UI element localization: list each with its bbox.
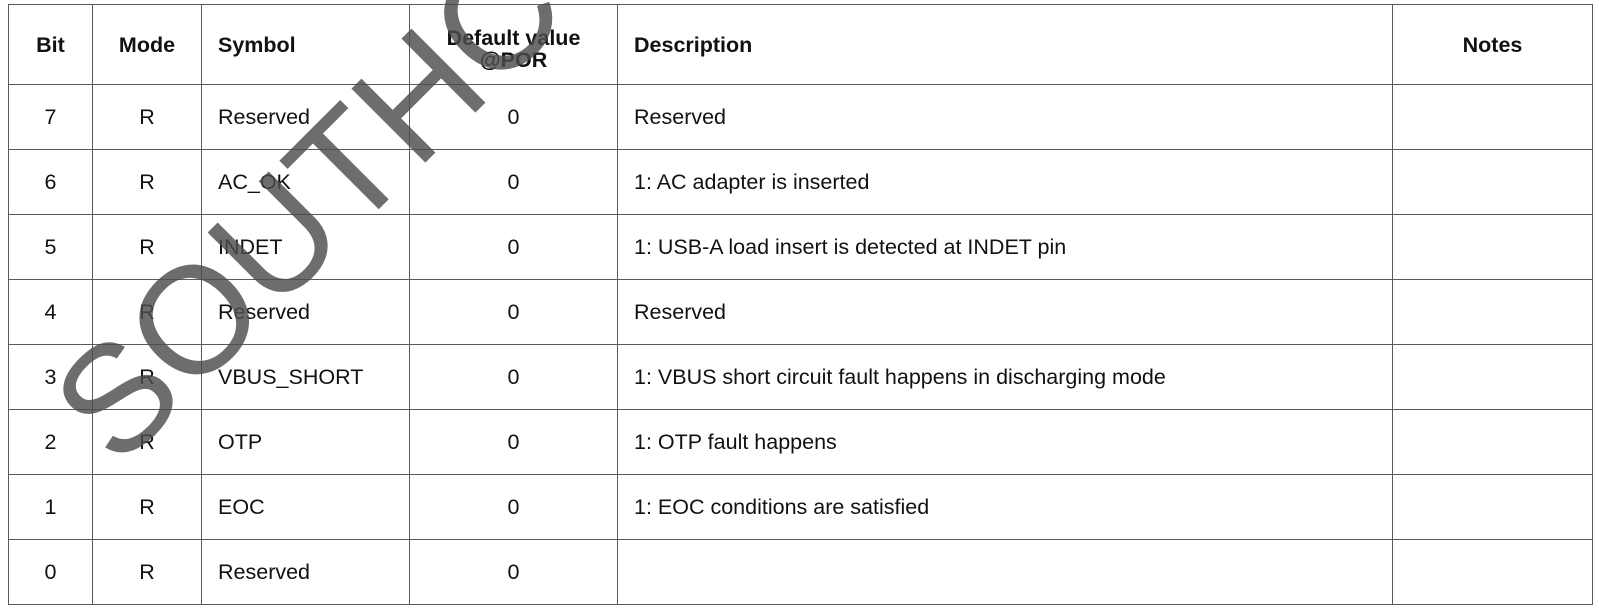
cell-description <box>617 539 1393 605</box>
cell-notes <box>1392 344 1593 410</box>
cell-mode: R <box>92 149 202 215</box>
header-bit: Bit <box>8 4 93 85</box>
cell-notes <box>1392 214 1593 280</box>
cell-notes <box>1392 409 1593 475</box>
cell-mode: R <box>92 474 202 540</box>
cell-description: 1: OTP fault happens <box>617 409 1393 475</box>
header-mode: Mode <box>92 4 202 85</box>
cell-symbol: AC_OK <box>201 149 410 215</box>
cell-bit: 2 <box>8 409 93 475</box>
cell-description: 1: AC adapter is inserted <box>617 149 1393 215</box>
table-row: 3 R VBUS_SHORT 0 1: VBUS short circuit f… <box>8 344 1593 410</box>
table-header-row: Bit Mode Symbol Default value @POR Descr… <box>8 4 1593 85</box>
register-table: Bit Mode Symbol Default value @POR Descr… <box>8 4 1593 605</box>
cell-default: 0 <box>409 214 618 280</box>
cell-description: 1: VBUS short circuit fault happens in d… <box>617 344 1393 410</box>
cell-symbol: Reserved <box>201 539 410 605</box>
header-symbol: Symbol <box>201 4 410 85</box>
cell-default: 0 <box>409 344 618 410</box>
header-default-line2: @POR <box>479 47 548 72</box>
table-row: 2 R OTP 0 1: OTP fault happens <box>8 409 1593 475</box>
cell-mode: R <box>92 279 202 345</box>
header-description: Description <box>617 4 1393 85</box>
cell-default: 0 <box>409 409 618 475</box>
header-notes: Notes <box>1392 4 1593 85</box>
cell-symbol: Reserved <box>201 279 410 345</box>
cell-bit: 3 <box>8 344 93 410</box>
cell-default: 0 <box>409 539 618 605</box>
table-row: 7 R Reserved 0 Reserved <box>8 84 1593 150</box>
table-row: 1 R EOC 0 1: EOC conditions are satisfie… <box>8 474 1593 540</box>
cell-mode: R <box>92 84 202 150</box>
table-row: 5 R INDET 0 1: USB-A load insert is dete… <box>8 214 1593 280</box>
header-default-line1: Default value <box>446 25 581 50</box>
cell-default: 0 <box>409 474 618 540</box>
cell-description: Reserved <box>617 84 1393 150</box>
cell-bit: 1 <box>8 474 93 540</box>
cell-symbol: EOC <box>201 474 410 540</box>
cell-symbol: VBUS_SHORT <box>201 344 410 410</box>
header-default-value: Default value @POR <box>409 4 618 85</box>
cell-default: 0 <box>409 84 618 150</box>
cell-symbol: OTP <box>201 409 410 475</box>
cell-mode: R <box>92 409 202 475</box>
cell-notes <box>1392 149 1593 215</box>
cell-description: 1: USB-A load insert is detected at INDE… <box>617 214 1393 280</box>
cell-default: 0 <box>409 279 618 345</box>
cell-mode: R <box>92 214 202 280</box>
cell-mode: R <box>92 539 202 605</box>
table-row: 4 R Reserved 0 Reserved <box>8 279 1593 345</box>
cell-mode: R <box>92 344 202 410</box>
table-row: 0 R Reserved 0 <box>8 539 1593 605</box>
cell-bit: 5 <box>8 214 93 280</box>
cell-symbol: Reserved <box>201 84 410 150</box>
cell-bit: 0 <box>8 539 93 605</box>
cell-notes <box>1392 474 1593 540</box>
cell-notes <box>1392 279 1593 345</box>
cell-description: 1: EOC conditions are satisfied <box>617 474 1393 540</box>
cell-default: 0 <box>409 149 618 215</box>
table-row: 6 R AC_OK 0 1: AC adapter is inserted <box>8 149 1593 215</box>
cell-description: Reserved <box>617 279 1393 345</box>
cell-symbol: INDET <box>201 214 410 280</box>
cell-notes <box>1392 539 1593 605</box>
cell-bit: 4 <box>8 279 93 345</box>
cell-bit: 6 <box>8 149 93 215</box>
cell-bit: 7 <box>8 84 93 150</box>
cell-notes <box>1392 84 1593 150</box>
